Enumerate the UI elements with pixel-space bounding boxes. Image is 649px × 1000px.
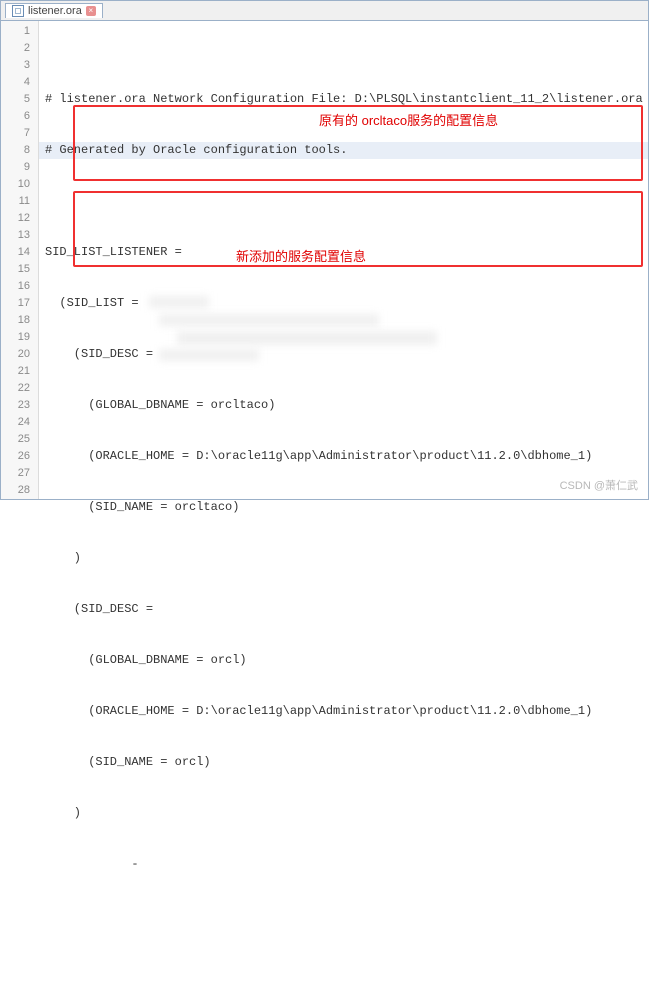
line-number: 4 [1,74,30,91]
line-gutter: 1234567891011121314151617181920212223242… [1,21,39,499]
line-number: 15 [1,261,30,278]
code-line: (SID_DESC = [45,601,648,618]
line-number: 2 [1,40,30,57]
line-number: 14 [1,244,30,261]
blurred-region [177,331,437,345]
line-number: 7 [1,125,30,142]
code-line: (SID_DESC = [45,346,648,363]
code-line: (ORACLE_HOME = D:\oracle11g\app\Administ… [45,448,648,465]
file-tab[interactable]: listener.ora × [5,3,103,18]
close-icon[interactable]: × [86,6,96,16]
tab-title: listener.ora [28,5,82,17]
line-number: 10 [1,176,30,193]
line-number: 27 [1,465,30,482]
line-number: 8 [1,142,30,159]
code-line: (GLOBAL_DBNAME = orcltaco) [45,397,648,414]
line-number: 26 [1,448,30,465]
line-number: 19 [1,329,30,346]
line-number: 17 [1,295,30,312]
file-icon [12,5,24,17]
line-number: 24 [1,414,30,431]
line-number: 18 [1,312,30,329]
code-line: (GLOBAL_DBNAME = orcl) [45,652,648,669]
line-number: 13 [1,227,30,244]
code-line [45,907,648,924]
code-line: # listener.ora Network Configuration Fil… [45,91,648,108]
line-number: 23 [1,397,30,414]
line-number: 12 [1,210,30,227]
code-line: # Generated by Oracle configuration tool… [45,142,648,159]
line-number: 22 [1,380,30,397]
line-number: 25 [1,431,30,448]
line-number: 1 [1,23,30,40]
annotation-text-added: 新添加的服务配置信息 [236,246,366,265]
blurred-region [159,314,379,326]
code-line: ) [45,805,648,822]
code-line: (ORACLE_HOME = D:\oracle11g\app\Administ… [45,703,648,720]
line-number: 11 [1,193,30,210]
line-number: 3 [1,57,30,74]
code-line [45,193,648,210]
code-line: - [45,856,648,873]
code-line: (SID_NAME = orcl) [45,754,648,771]
line-number: 20 [1,346,30,363]
code-line [45,958,648,975]
watermark: CSDN @萧仁武 [560,477,638,493]
tab-bar: listener.ora × [1,1,648,21]
code-line: ) [45,550,648,567]
code-line: (SID_LIST = [45,295,648,312]
line-number: 6 [1,108,30,125]
line-number: 5 [1,91,30,108]
line-number: 9 [1,159,30,176]
line-number: 21 [1,363,30,380]
annotation-text-original: 原有的 orcltaco服务的配置信息 [319,110,498,129]
line-number: 16 [1,278,30,295]
line-number: 28 [1,482,30,499]
code-line: (SID_NAME = orcltaco) [45,499,648,516]
